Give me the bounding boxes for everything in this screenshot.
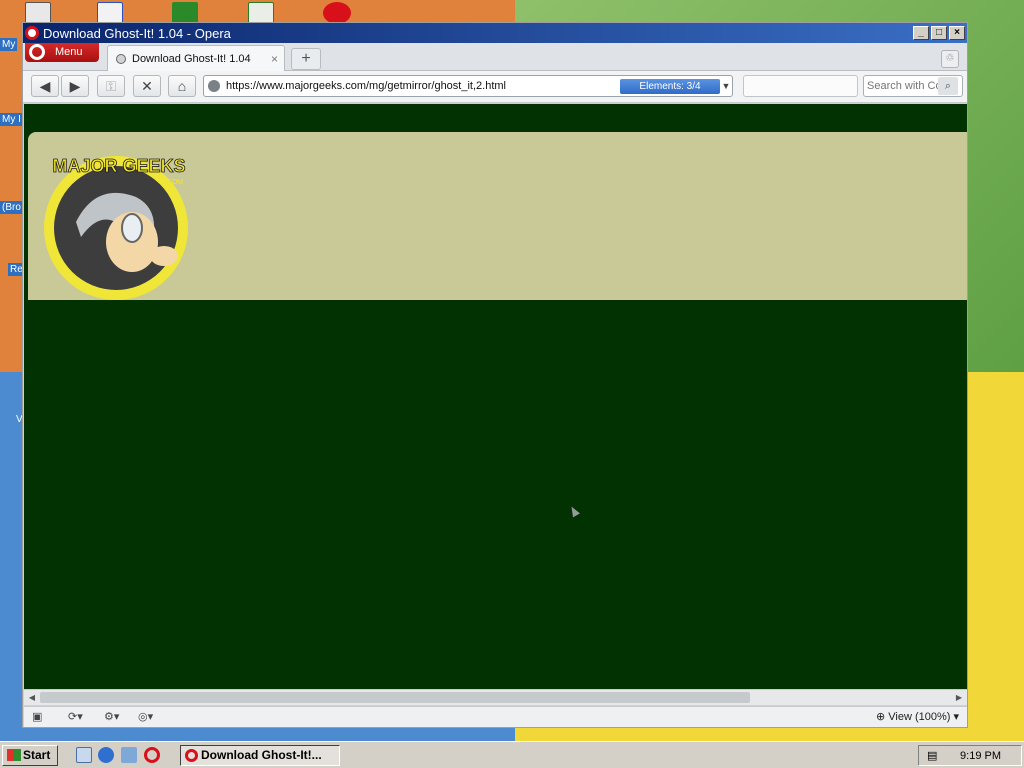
site-info-icon[interactable] xyxy=(208,80,220,92)
stop-button[interactable]: ✕ xyxy=(133,75,161,97)
wand-button[interactable]: ⚿ xyxy=(97,75,125,97)
scroll-left-icon[interactable]: ◀ xyxy=(26,692,38,704)
status-bar: ▣ ⟳▾ ⚙▾ ◎▾ ⊕ View (100%) ▾ xyxy=(24,706,967,727)
logo-title: MAJOR GEEKS xyxy=(52,156,185,176)
system-tray: ▤ 9:19 PM xyxy=(918,745,1022,766)
site-header: MAJOR GEEKS .COM xyxy=(28,132,967,300)
outlook-icon[interactable] xyxy=(97,2,123,24)
start-button[interactable]: Start xyxy=(2,745,58,766)
logo-subtitle: .COM xyxy=(165,179,183,186)
clock[interactable]: 9:19 PM xyxy=(960,750,1001,762)
mouse-cursor xyxy=(568,504,580,518)
back-button[interactable]: ◀ xyxy=(31,75,59,97)
elements-badge[interactable]: Elements: 3/4 xyxy=(620,78,720,94)
arrow-right-icon: ▶ xyxy=(69,78,81,94)
opera-logo-icon xyxy=(25,26,39,40)
search-input[interactable] xyxy=(864,80,938,92)
home-button[interactable]: ⌂ xyxy=(168,75,196,97)
opera-window: Download Ghost-It! 1.04 - Opera _ □ × Me… xyxy=(22,22,968,728)
network-icon[interactable] xyxy=(121,747,137,763)
sync-icon[interactable]: ⟳▾ xyxy=(68,710,83,725)
minimize-button[interactable]: _ xyxy=(913,26,929,40)
task-label: Download Ghost-It!... xyxy=(201,748,322,762)
forward-button[interactable]: ▶ xyxy=(61,75,89,97)
chevron-down-icon[interactable]: ▼ xyxy=(720,81,732,91)
horizontal-scrollbar[interactable]: ◀ ▶ xyxy=(24,689,967,705)
speed-dial-preview[interactable] xyxy=(743,75,858,97)
excel-icon[interactable] xyxy=(172,2,198,24)
search-box[interactable]: ⌕ xyxy=(863,75,963,97)
panel-toggle-icon[interactable]: ▣ xyxy=(32,710,42,725)
tab-close-icon[interactable]: × xyxy=(271,52,278,66)
windows-flag-icon xyxy=(7,749,21,761)
taskbar: Start Download Ghost-It!... ▤ 9:19 PM xyxy=(0,741,1024,768)
globe-icon xyxy=(116,53,126,64)
url-text[interactable]: https://www.majorgeeks.com/mg/getmirror/… xyxy=(226,80,620,92)
arrow-left-icon: ◀ xyxy=(39,78,51,94)
tab-active[interactable]: Download Ghost-It! 1.04 × xyxy=(107,45,285,71)
turbo-icon[interactable]: ⚙▾ xyxy=(104,710,119,725)
opera-o-icon xyxy=(185,749,198,762)
close-button[interactable]: × xyxy=(949,26,965,40)
zoom-control[interactable]: ⊕ View (100%) ▾ xyxy=(876,710,959,723)
scrollbar-thumb[interactable] xyxy=(40,692,750,703)
opera-o-icon xyxy=(29,44,45,60)
scroll-right-icon[interactable]: ▶ xyxy=(953,692,965,704)
desktop-label-2[interactable]: My I xyxy=(0,113,23,126)
address-bar[interactable]: https://www.majorgeeks.com/mg/getmirror/… xyxy=(203,75,733,97)
my-computer-icon[interactable] xyxy=(25,2,51,24)
opera-menu-button[interactable]: Menu xyxy=(25,43,99,62)
trash-icon[interactable]: ♲ xyxy=(941,50,959,68)
internet-explorer-icon[interactable] xyxy=(98,747,114,763)
x-icon: ✕ xyxy=(141,78,153,94)
address-toolbar: ◀ ▶ ⚿ ✕ ⌂ https://www.majorgeeks.com/mg/… xyxy=(23,71,967,103)
start-label: Start xyxy=(23,748,51,762)
key-icon: ⚿ xyxy=(105,78,117,94)
opera-desktop-icon[interactable] xyxy=(323,2,351,24)
show-desktop-icon[interactable] xyxy=(76,747,92,763)
window-title: Download Ghost-It! 1.04 - Opera xyxy=(43,25,231,41)
scheduler-icon[interactable] xyxy=(248,2,274,24)
major-geeks-logo[interactable]: MAJOR GEEKS .COM xyxy=(36,142,202,302)
title-bar[interactable]: Download Ghost-It! 1.04 - Opera _ □ × xyxy=(23,23,967,43)
zoom-label: View (100%) xyxy=(888,711,951,723)
desktop-label-3[interactable]: (Bro xyxy=(0,201,23,214)
taskbar-item-opera[interactable]: Download Ghost-It!... xyxy=(180,745,340,766)
tray-app-icon[interactable]: ▤ xyxy=(927,749,937,762)
new-tab-button[interactable]: + xyxy=(291,48,321,70)
home-icon: ⌂ xyxy=(177,78,187,94)
opera-quicklaunch-icon[interactable] xyxy=(144,747,160,763)
settings-icon[interactable]: ◎▾ xyxy=(138,710,153,725)
maximize-button[interactable]: □ xyxy=(931,26,947,40)
tab-label: Download Ghost-It! 1.04 xyxy=(132,52,251,65)
zoom-icon: ⊕ xyxy=(875,711,889,723)
tab-bar: Menu Download Ghost-It! 1.04 × + ♲ xyxy=(23,43,967,71)
page-viewport[interactable]: MAJOR GEEKS .COM xyxy=(24,104,967,689)
desktop-label-1[interactable]: My xyxy=(0,38,18,51)
menu-label: Menu xyxy=(55,46,83,58)
search-icon[interactable]: ⌕ xyxy=(938,77,958,95)
